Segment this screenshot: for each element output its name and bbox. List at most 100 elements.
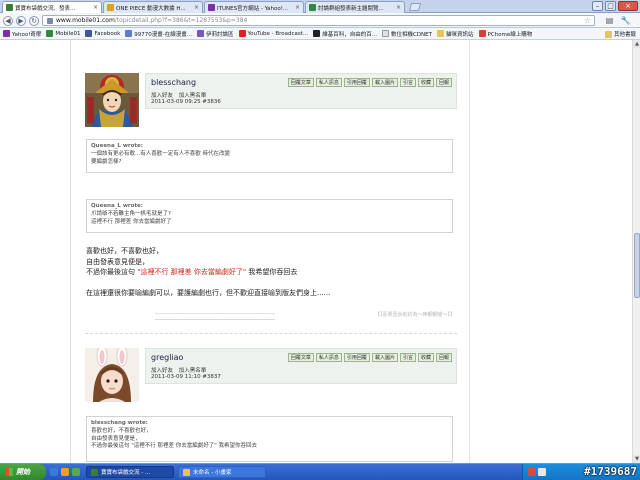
tab-title: ONE PIECE 動漫大數據 H... (116, 5, 186, 12)
favorite-button[interactable]: 收藏 (417, 78, 434, 87)
scrollbar-thumb[interactable] (634, 233, 640, 298)
browser-tab[interactable]: ONE PIECE 動漫大數據 H... × (103, 1, 203, 13)
tab-close-icon[interactable]: × (194, 4, 199, 11)
other-bookmarks-folder[interactable]: 其他書籤 (604, 30, 636, 38)
quote-block: blesschang wrote: 喜歡也好，不喜歡也好， 自由發表意見便是， … (86, 416, 453, 462)
system-tray: #1739687 (522, 464, 640, 480)
wrench-menu-icon[interactable]: 🔧 (620, 16, 631, 25)
quote-button[interactable]: 引言 (399, 78, 416, 87)
load-images-button[interactable]: 載入圖片 (371, 78, 398, 87)
report-button[interactable]: 回報 (435, 353, 452, 362)
post-divider (85, 333, 457, 334)
bookmark-label: PChome線上購物 (487, 31, 533, 38)
load-images-button[interactable]: 載入圖片 (371, 353, 398, 362)
tab-close-icon[interactable]: × (93, 4, 98, 11)
scroll-down-arrow-icon[interactable]: ▼ (633, 455, 640, 463)
quote-line: 自由發表意見便是， (91, 435, 141, 442)
bookmark-favicon-icon (313, 30, 321, 37)
username-link[interactable]: blesschang (151, 78, 196, 87)
taskbar-window-button[interactable]: 未命名 - 小畫家 (178, 466, 266, 478)
bookmark-item[interactable]: Facebook (85, 30, 120, 37)
navigation-bar: ◀ ▶ ↻ www.mobile01.com/topicdetail.php?f… (0, 13, 640, 28)
post-text-line: 不過你最後這句 "這裡不行 那裡差 你去當編劇好了" 我希望你吞回去 (86, 267, 456, 278)
windows-logo-icon (5, 468, 13, 476)
bookmark-favicon-icon (125, 30, 133, 37)
url-host: www.mobile01.com (56, 17, 115, 24)
browser-tab[interactable]: 討論群組發表新主題閱覽... × (305, 1, 405, 13)
private-message-button[interactable]: 私人訊息 (315, 353, 342, 362)
post-actions: 回覆文章 私人訊息 引用回覆 載入圖片 引言 收藏 回報 (287, 353, 452, 362)
post-text-line: 自由發表意見便是， (86, 257, 149, 266)
report-button[interactable]: 回報 (435, 78, 452, 87)
quote-button[interactable]: 引言 (399, 353, 416, 362)
bookmark-item[interactable]: 貓咪資訊站 (436, 30, 474, 38)
tab-strip: 寶寶布袋戲交流、發表... × ONE PIECE 動漫大數據 H... × I… (0, 0, 640, 13)
desktop-icon[interactable] (72, 468, 80, 476)
signature-left: 一一一一一一一一一一一一一一一一一一一一一一一一 (155, 312, 276, 320)
puppet-avatar-image (85, 73, 139, 127)
tab-close-icon[interactable]: × (396, 4, 401, 11)
bookmarks-bar: Yahoo!奇摩 Mobile01 Facebook 99770漫畫-在線漫畫.… (0, 28, 640, 40)
bookmark-item[interactable]: PChome線上購物 (478, 30, 533, 38)
bookmark-item[interactable]: 伊莉討論區 (197, 30, 234, 38)
bookmark-item[interactable]: Mobile01 (46, 30, 80, 37)
favorite-button[interactable]: 收藏 (417, 353, 434, 362)
bookmark-favicon-icon (436, 30, 444, 37)
maximize-button[interactable]: □ (605, 1, 616, 11)
taskbar-window-button[interactable]: 寶寶布袋戲交流 - ... (86, 466, 174, 478)
bookmark-item[interactable]: 99770漫畫-在線漫畫... (125, 30, 192, 38)
new-tab-button[interactable] (408, 3, 422, 11)
vertical-scrollbar[interactable]: ▲ ▼ (632, 40, 640, 463)
user-avatar[interactable] (85, 73, 139, 127)
scroll-up-arrow-icon[interactable]: ▲ (633, 40, 640, 48)
reply-button[interactable]: 回覆文章 (287, 353, 314, 362)
address-bar[interactable]: www.mobile01.com/topicdetail.php?f=386&t… (42, 15, 595, 26)
bookmark-label: YouTube - Broadcast... (247, 30, 309, 37)
tab-close-icon[interactable]: × (295, 4, 300, 11)
tab-favicon-icon (208, 4, 215, 11)
quote-reply-button[interactable]: 引用回覆 (343, 78, 370, 87)
back-button[interactable]: ◀ (3, 16, 13, 26)
bookmark-label: Facebook (94, 30, 121, 37)
bookmark-label: 數位相機CDNET (390, 31, 432, 38)
tab-title: 寶寶布袋戲交流、發表... (15, 5, 76, 12)
private-message-button[interactable]: 私人訊息 (315, 78, 342, 87)
ie-icon[interactable] (50, 468, 58, 476)
tray-icon[interactable] (538, 468, 546, 476)
post-text-segment: 不過你最後這句 (86, 268, 138, 276)
media-player-icon[interactable] (61, 468, 69, 476)
url-text: www.mobile01.com/topicdetail.php?f=386&t… (56, 17, 247, 24)
page-menu-icon[interactable]: ▤ (604, 16, 615, 25)
other-bookmarks-label: 其他書籤 (613, 32, 636, 38)
post-spacer (86, 278, 456, 288)
user-avatar[interactable] (85, 348, 139, 402)
bookmark-label: 貓咪資訊站 (445, 31, 474, 38)
bookmark-item[interactable]: 維基百科，自由的百... (313, 30, 377, 38)
forum-post: gregliao 加入好友 加入黑名單 2011-03-09 11:10 #38… (85, 348, 457, 463)
browser-tab[interactable]: ITUNES官方網站 - Yahoo!... × (204, 1, 304, 13)
username-link[interactable]: gregliao (151, 353, 183, 362)
reply-button[interactable]: 回覆文章 (287, 78, 314, 87)
bookmark-star-icon[interactable]: ☆ (584, 17, 591, 25)
reload-button[interactable]: ↻ (29, 16, 39, 26)
bookmark-item[interactable]: 數位相機CDNET (381, 30, 432, 38)
quote-author: blesschang wrote: (91, 420, 148, 426)
start-button[interactable]: 開始 (0, 464, 46, 480)
tab-title: ITUNES官方網站 - Yahoo!... (217, 5, 289, 12)
bookmark-label: 伊莉討論區 (206, 31, 234, 38)
tray-icon[interactable] (528, 468, 536, 476)
bookmark-favicon-icon (197, 30, 205, 37)
windows-taskbar: 開始 寶寶布袋戲交流 - ... 未命名 - 小畫家 #1739687 (0, 463, 640, 480)
minimize-button[interactable]: – (592, 1, 603, 11)
bookmark-item[interactable]: YouTube - Broadcast... (238, 30, 309, 37)
quote-block: Queena_L wrote: 爪請爺不若雖主角一帆毛就是了? 這裡不行 那裡差… (86, 199, 453, 233)
taskbar-window-label: 寶寶布袋戲交流 - ... (101, 470, 151, 476)
close-window-button[interactable]: × (618, 1, 638, 11)
bookmark-label: Yahoo!奇摩 (12, 31, 42, 38)
quote-author: Queena_L wrote: (91, 143, 143, 149)
forward-button[interactable]: ▶ (16, 16, 26, 26)
bookmark-favicon-icon (478, 30, 486, 37)
bookmark-item[interactable]: Yahoo!奇摩 (3, 30, 41, 38)
quote-reply-button[interactable]: 引用回覆 (343, 353, 370, 362)
browser-tab[interactable]: 寶寶布袋戲交流、發表... × (2, 1, 102, 13)
